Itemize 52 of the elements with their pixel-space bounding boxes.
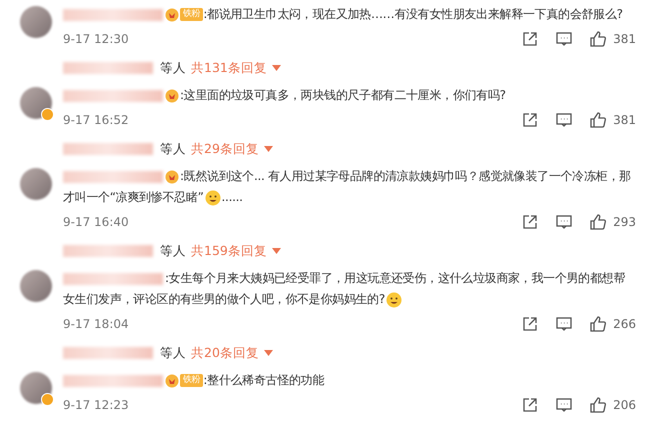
share-icon[interactable] <box>521 315 540 333</box>
comment-icon[interactable] <box>555 111 574 129</box>
replies-link[interactable]: 共131条回复 <box>191 60 267 76</box>
comment-text: 铁粉 :整什么稀奇古怪的功能 <box>63 370 636 391</box>
caret-icon[interactable] <box>264 350 273 356</box>
comment-icon[interactable] <box>555 315 574 333</box>
like-icon[interactable] <box>589 315 608 333</box>
share-icon[interactable] <box>521 111 540 129</box>
comment-text: :既然说到这个... 有人用过某字母品牌的清凉款姨妈巾吗？感觉就像装了一个冷冻柜，那才叫一个“凉爽到惨不忍睹” ...... <box>63 168 632 208</box>
reply-users-text: 等人 <box>160 60 186 76</box>
comment-text: :女生每个月来大姨妈已经受罪了，用这玩意还受伤，这什么垃圾商家，我一个男的都想帮女生们发声，评论区的有些男的做个人吧，你不是你妈妈生的? <box>63 270 626 310</box>
crown-badge-icon <box>165 170 179 184</box>
replies-link[interactable]: 共20条回复 <box>191 344 259 362</box>
like-count: 381 <box>613 32 636 46</box>
reply-users-text: 等人 <box>160 242 186 260</box>
like-count: 266 <box>613 317 636 331</box>
share-icon[interactable] <box>521 30 540 48</box>
like-icon[interactable] <box>589 111 608 129</box>
caret-icon[interactable] <box>272 65 281 71</box>
avatar[interactable] <box>20 6 52 38</box>
comment-time: 9-17 18:04 <box>63 317 129 331</box>
replies-link[interactable]: 共29条回复 <box>191 140 259 158</box>
caret-icon[interactable] <box>264 146 273 152</box>
avatar[interactable] <box>20 372 52 404</box>
comment-icon[interactable] <box>555 396 574 414</box>
comment-time: 9-17 16:40 <box>63 215 129 229</box>
like-icon[interactable] <box>589 30 608 48</box>
comment-text: 铁粉 :都说用卫生巾太闷，现在又加热……有没有女性朋友出来解释一下真的会舒服么? <box>63 4 636 25</box>
reply-users-text: 等人 <box>160 140 186 158</box>
like-icon[interactable] <box>589 213 608 231</box>
comment-icon[interactable] <box>555 30 574 48</box>
like-count: 293 <box>613 215 636 229</box>
like-count: 381 <box>613 113 636 127</box>
avatar[interactable] <box>20 168 52 200</box>
comment-icon[interactable] <box>555 213 574 231</box>
share-icon[interactable] <box>521 396 540 414</box>
comment-time: 9-17 16:52 <box>63 113 129 127</box>
like-icon[interactable] <box>589 396 608 414</box>
avatar[interactable] <box>20 87 52 119</box>
crown-badge-icon <box>165 88 179 103</box>
share-icon[interactable] <box>521 213 540 231</box>
reply-users-text: 等人 <box>160 344 186 362</box>
comment-text: :这里面的垃圾可真多，两块钱的尺子都有二十厘米，你们有吗? <box>63 85 636 106</box>
crown-badge-icon <box>165 8 179 22</box>
caret-icon[interactable] <box>272 248 281 254</box>
laughing-emoji-icon <box>204 190 221 206</box>
replies-link[interactable]: 共159条回复 <box>191 242 267 260</box>
comment-time: 9-17 12:30 <box>63 32 129 46</box>
crown-badge-icon <box>165 374 179 388</box>
like-count: 206 <box>613 398 636 412</box>
avatar[interactable] <box>20 270 52 302</box>
comment-time: 9-17 12:23 <box>63 398 129 412</box>
